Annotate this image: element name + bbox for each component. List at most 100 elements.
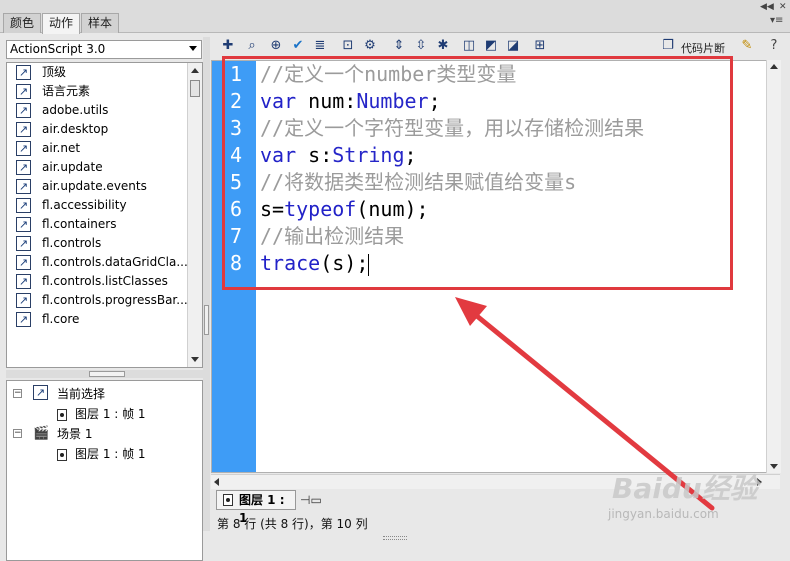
actionscript-version-select[interactable]: ActionScript 3.0 bbox=[6, 40, 202, 59]
collapse-icon[interactable]: ◀◀ bbox=[760, 2, 774, 12]
panel-tab-bar: 颜色 动作 样本 ◀◀ ✕ ▾≡ bbox=[0, 0, 790, 34]
comment-block-icon[interactable]: ◫ bbox=[461, 38, 477, 54]
uncomment-icon[interactable]: ◪ bbox=[505, 38, 521, 54]
tab-swatches[interactable]: 样本 bbox=[81, 13, 120, 33]
check-syntax-icon[interactable]: ✔ bbox=[290, 38, 306, 54]
debug-icon[interactable]: ⚙ bbox=[362, 38, 378, 54]
code-line[interactable]: 7 //输出检测结果 bbox=[212, 223, 772, 250]
code-hint-icon[interactable]: ⊡ bbox=[340, 38, 356, 54]
splitter-grip[interactable] bbox=[89, 371, 125, 377]
comment-line-icon[interactable]: ◩ bbox=[483, 38, 499, 54]
list-item[interactable]: ↗ air.update.events bbox=[7, 177, 202, 196]
code-line[interactable]: 4 var s:String; bbox=[212, 142, 772, 169]
tree-scene-frame[interactable]: 图层 1 : 帧 1 bbox=[57, 445, 146, 463]
list-item[interactable]: ↗ 语言元素 bbox=[7, 82, 202, 101]
divider-grip[interactable] bbox=[204, 305, 209, 335]
code-line[interactable]: 8 trace(s); bbox=[212, 250, 772, 277]
chevron-down-icon bbox=[189, 46, 197, 51]
list-item[interactable]: ↗ adobe.utils bbox=[7, 101, 202, 120]
code-token: num: bbox=[296, 89, 357, 113]
auto-format-icon[interactable]: ≣ bbox=[312, 38, 328, 54]
scroll-up-icon[interactable] bbox=[770, 64, 778, 69]
help-icon[interactable]: ? bbox=[766, 38, 782, 54]
actionscript-version-label: ActionScript 3.0 bbox=[10, 42, 106, 56]
code-token: String bbox=[332, 143, 405, 167]
code-token: //将数据类型检测结果赋值给变量s bbox=[260, 170, 577, 194]
collapse-icon[interactable]: ⇕ bbox=[391, 38, 407, 54]
toolbox-splitter[interactable] bbox=[6, 370, 203, 378]
list-item[interactable]: ↗ air.desktop bbox=[7, 120, 202, 139]
panel-menu-icon[interactable]: ▾≡ bbox=[770, 15, 783, 26]
code-line[interactable]: 3 //定义一个字符型变量，用以存储检测结果 bbox=[212, 115, 772, 142]
line-number: 8 bbox=[229, 251, 242, 275]
collapse-tree-icon[interactable]: − bbox=[13, 429, 22, 438]
code-editor[interactable]: 1 //定义一个number类型变量 2 var num:Number; 3 //定义一个… bbox=[211, 60, 779, 473]
list-item[interactable]: ↗ fl.controls bbox=[7, 234, 202, 253]
code-line[interactable]: 2 var num:Number; bbox=[212, 88, 772, 115]
list-item[interactable]: ↗ fl.core bbox=[7, 310, 202, 329]
line-number: 3 bbox=[229, 116, 242, 140]
tree-label: 当前选择 bbox=[57, 387, 106, 401]
script-toolbar: ✚ ⌕ ⊕ ✔ ≣ ⊡ ⚙ ⇕ ⇳ ✱ ◫ ◩ ◪ ⊞ ❐ 代码片断 ✎ ? bbox=[211, 34, 790, 59]
list-item[interactable]: ↗ fl.accessibility bbox=[7, 196, 202, 215]
collapse-tree-icon[interactable]: − bbox=[13, 389, 22, 398]
list-item-label: fl.controls.dataGridCla... bbox=[42, 255, 188, 269]
script-navigator: − ↗ 当前选择 图层 1 : 帧 1 − 🎬 场景 1 图层 1 : 帧 1 bbox=[6, 380, 203, 561]
add-icon[interactable]: ✚ bbox=[220, 38, 236, 54]
package-icon: ↗ bbox=[16, 312, 31, 327]
line-number: 5 bbox=[229, 170, 242, 194]
package-icon: ↗ bbox=[16, 84, 31, 99]
scroll-down-icon[interactable] bbox=[770, 464, 778, 469]
script-assist-icon[interactable]: ⊞ bbox=[532, 38, 548, 54]
package-list[interactable]: ↗ 顶级 ↗ 语言元素 ↗ adobe.utils ↗ air.desktop ↗ air.net… bbox=[6, 62, 203, 368]
code-line[interactable]: 5 //将数据类型检测结果赋值给变量s bbox=[212, 169, 772, 196]
list-item[interactable]: ↗ fl.controls.dataGridCla... bbox=[7, 253, 202, 272]
tab-actions[interactable]: 动作 bbox=[42, 13, 81, 34]
code-token: Number bbox=[356, 89, 429, 113]
code-line[interactable]: 6 s=typeof(num); bbox=[212, 196, 772, 223]
tree-current-frame[interactable]: 图层 1 : 帧 1 bbox=[57, 405, 146, 423]
editor-vertical-scrollbar[interactable] bbox=[766, 60, 781, 473]
list-item[interactable]: ↗ 顶级 bbox=[7, 63, 202, 82]
package-icon: ↗ bbox=[16, 160, 31, 175]
line-number: 6 bbox=[229, 197, 242, 221]
code-text: trace(s); bbox=[260, 250, 370, 277]
package-list-scrollbar[interactable] bbox=[187, 63, 202, 367]
code-snippets-icon[interactable]: ❐ bbox=[660, 38, 676, 54]
magic-wand-icon[interactable]: ✎ bbox=[739, 38, 755, 54]
expand-all-icon[interactable]: ✱ bbox=[435, 38, 451, 54]
list-item-label: air.update bbox=[42, 160, 103, 174]
list-item[interactable]: ↗ fl.containers bbox=[7, 215, 202, 234]
list-item[interactable]: ↗ fl.controls.progressBar... bbox=[7, 291, 202, 310]
code-token: //定义一个字符型变量，用以存储检测结果 bbox=[260, 116, 645, 140]
list-item[interactable]: ↗ air.update bbox=[7, 158, 202, 177]
package-icon: ↗ bbox=[16, 141, 31, 156]
scroll-down-icon[interactable] bbox=[191, 357, 199, 362]
close-icon[interactable]: ✕ bbox=[779, 2, 787, 12]
line-number: 1 bbox=[229, 62, 242, 86]
code-token: typeof bbox=[284, 197, 357, 221]
collapse-selection-icon[interactable]: ⇳ bbox=[413, 38, 429, 54]
find-icon[interactable]: ⌕ bbox=[244, 38, 260, 54]
code-snippets-label[interactable]: 代码片断 bbox=[681, 40, 725, 56]
pin-icon[interactable]: ⊣▭ bbox=[300, 493, 322, 507]
scroll-up-icon[interactable] bbox=[191, 68, 199, 73]
tree-label: 图层 1 : 帧 1 bbox=[75, 407, 146, 421]
tab-colors[interactable]: 颜色 bbox=[3, 13, 42, 33]
scroll-left-icon[interactable] bbox=[214, 478, 219, 486]
code-text: s=typeof(num); bbox=[260, 196, 429, 223]
code-line[interactable]: 1 //定义一个number类型变量 bbox=[212, 61, 772, 88]
package-icon: ↗ bbox=[16, 198, 31, 213]
package-icon: ↗ bbox=[16, 122, 31, 137]
script-tab[interactable]: 图层 1 : 1 bbox=[216, 490, 296, 525]
panel-divider[interactable] bbox=[203, 37, 210, 531]
scroll-thumb[interactable] bbox=[190, 80, 200, 97]
target-icon[interactable]: ⊕ bbox=[268, 38, 284, 54]
list-item[interactable]: ↗ air.net bbox=[7, 139, 202, 158]
resize-grip[interactable] bbox=[383, 536, 407, 540]
list-item-label: air.update.events bbox=[42, 179, 147, 193]
list-item-label: fl.accessibility bbox=[42, 198, 127, 212]
line-number: 4 bbox=[229, 143, 242, 167]
list-item[interactable]: ↗ fl.controls.listClasses bbox=[7, 272, 202, 291]
code-text: //定义一个number类型变量 bbox=[260, 61, 516, 88]
